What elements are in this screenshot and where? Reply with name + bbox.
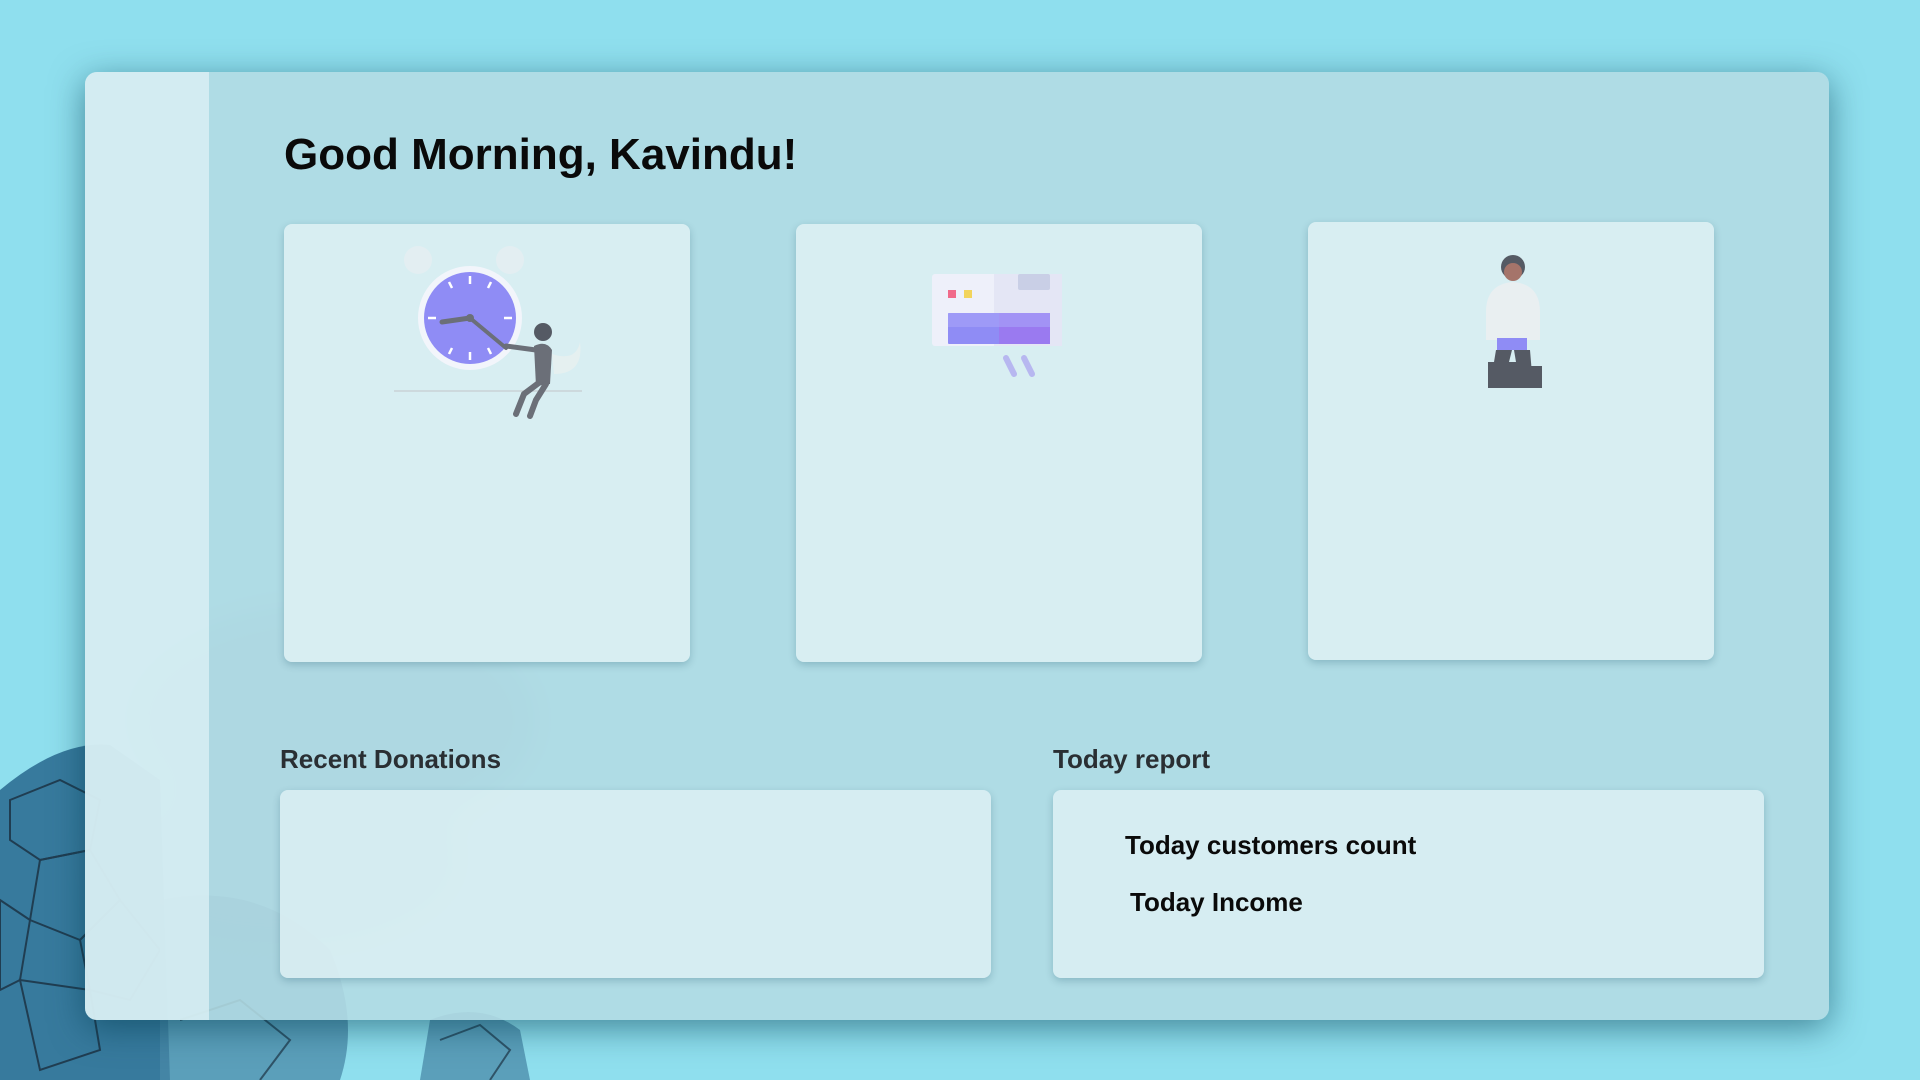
today-income-label: Today Income [1130, 887, 1303, 917]
sidebar [85, 72, 209, 1020]
recent-donations-title: Recent Donations [280, 744, 502, 774]
app-window: Good Morning, Kavindu! Recent Donations … [85, 72, 1829, 1020]
payment-card-illustration [932, 274, 1062, 377]
card-payments[interactable] [796, 224, 1202, 662]
today-report-panel: Today customers count Today Income [1053, 790, 1764, 978]
card-schedule[interactable] [284, 224, 690, 662]
today-customers-count-label: Today customers count [1125, 830, 1417, 860]
standing-person-illustration [1486, 255, 1542, 388]
recent-donations-panel [280, 790, 991, 978]
clock-person-illustration [394, 246, 582, 419]
page-title: Good Morning, Kavindu! [284, 130, 798, 179]
today-report-title: Today report [1053, 744, 1210, 774]
card-visitors[interactable] [1308, 222, 1714, 660]
